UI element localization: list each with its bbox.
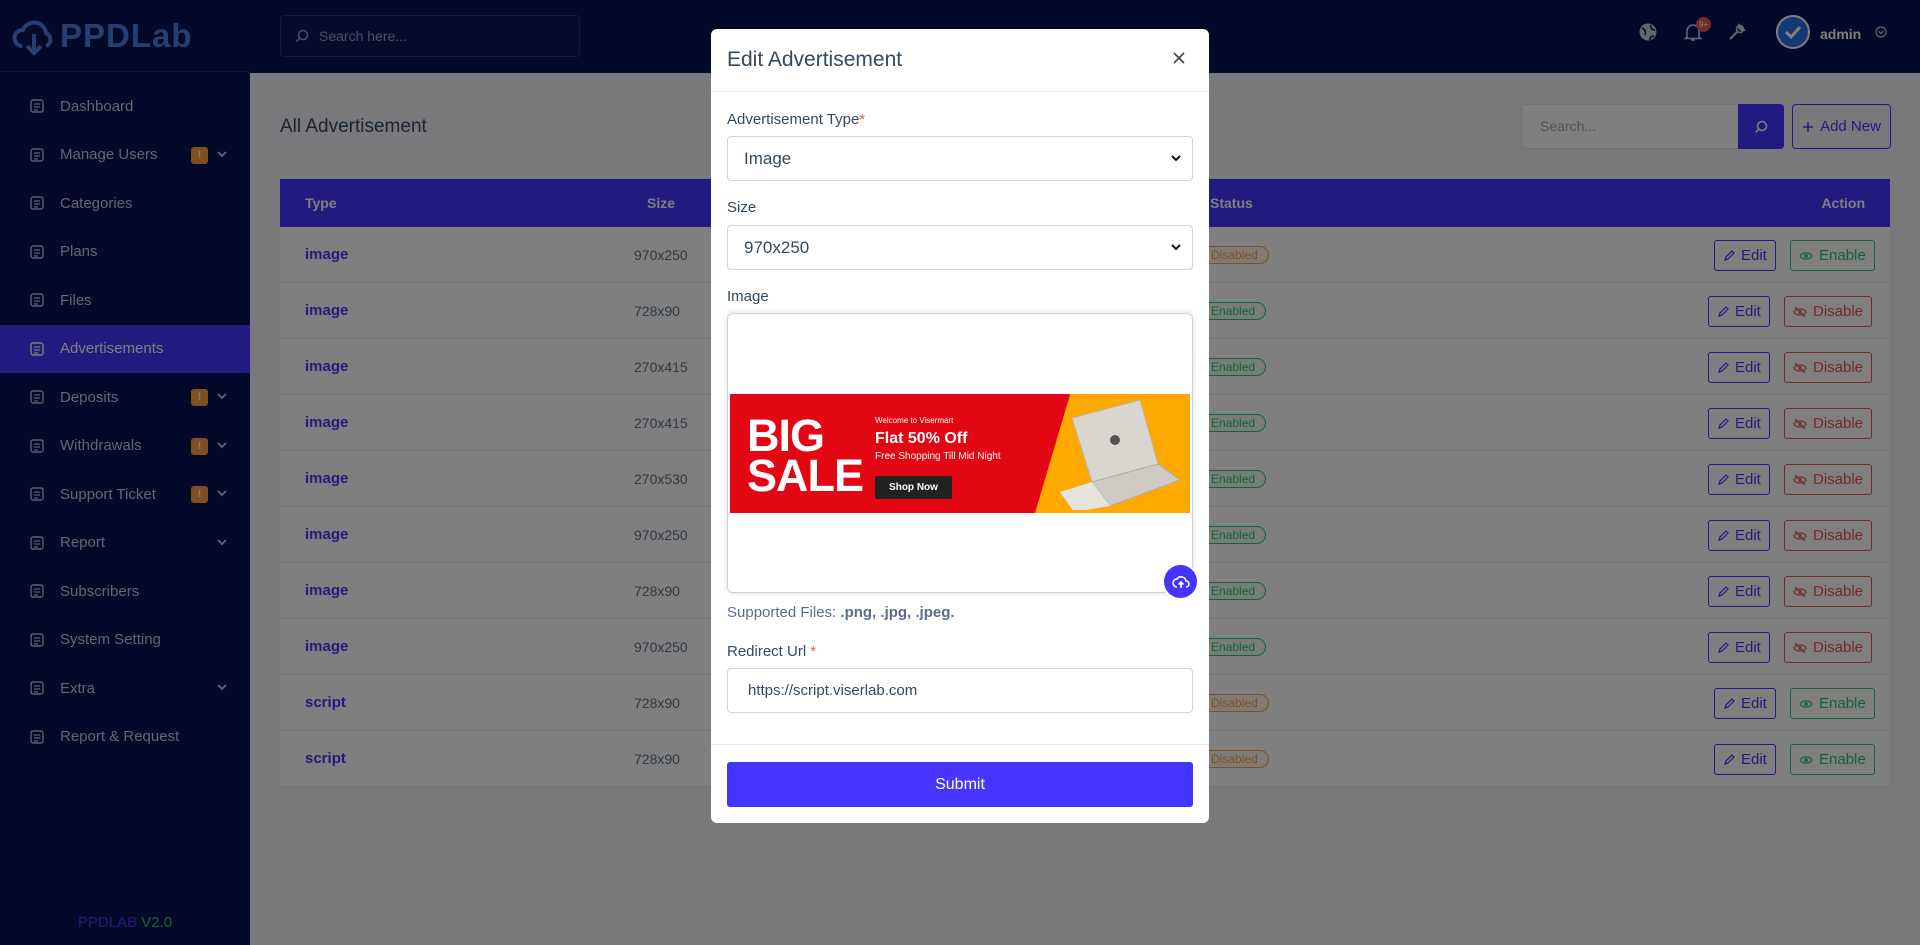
cloud-upload-icon — [1171, 575, 1190, 588]
modal-title: Edit Advertisement — [727, 48, 903, 71]
edit-advertisement-modal: Edit Advertisement Advertisement Type* I… — [711, 29, 1209, 823]
banner-image: BIG SALE Welcome to Visermart Flat 50% Of… — [730, 394, 1190, 513]
close-icon[interactable] — [1172, 51, 1186, 65]
chevron-down-icon — [1171, 244, 1181, 251]
size-select[interactable]: 970x250 — [727, 225, 1193, 270]
laptop-image — [1060, 400, 1180, 510]
size-label: Size — [727, 199, 757, 216]
url-label: Redirect Url * — [727, 643, 817, 660]
image-label: Image — [727, 288, 769, 305]
chevron-down-icon — [1171, 155, 1181, 162]
upload-button[interactable] — [1162, 563, 1199, 600]
modal-header: Edit Advertisement — [711, 29, 1209, 92]
advertisement-type-select[interactable]: Image — [727, 136, 1193, 181]
redirect-url-input[interactable]: https://script.viserlab.com — [727, 668, 1193, 713]
type-label: Advertisement Type* — [727, 111, 866, 128]
supported-files-note: Supported Files: .png, .jpg, .jpeg. — [727, 604, 955, 621]
image-preview: BIG SALE Welcome to Visermart Flat 50% Of… — [727, 313, 1193, 593]
submit-button[interactable]: Submit — [727, 762, 1193, 807]
modal-footer-divider — [711, 744, 1209, 745]
